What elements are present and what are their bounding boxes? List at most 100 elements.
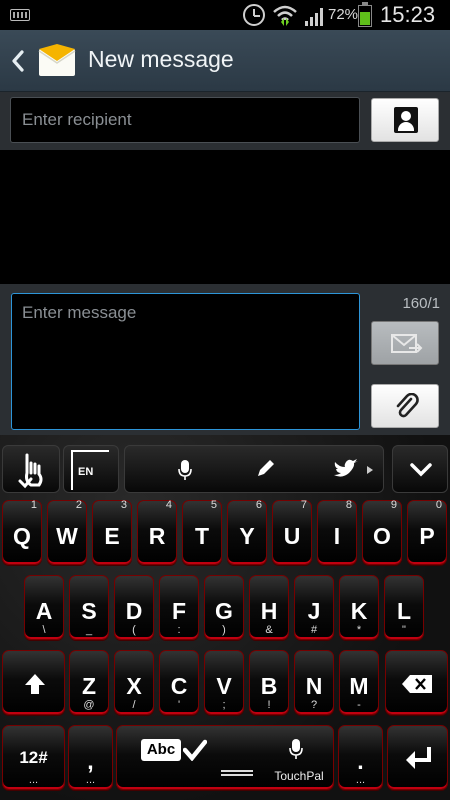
key-hint: - [357, 699, 361, 711]
key-l[interactable]: L " [384, 575, 424, 640]
key-v[interactable]: V; [204, 650, 244, 715]
conversation-area [0, 150, 450, 284]
recipient-input[interactable] [10, 97, 360, 143]
key-label: Y [239, 523, 255, 549]
space-key[interactable]: Abc TouchPal [116, 725, 334, 790]
checkmark-icon [183, 739, 207, 761]
twitter-icon[interactable] [333, 459, 359, 479]
key-j[interactable]: J # [294, 575, 334, 640]
key-hint: 6 [255, 499, 262, 511]
signal-icon [305, 8, 323, 26]
key-g[interactable]: G) [204, 575, 244, 640]
pencil-icon[interactable] [255, 459, 275, 479]
key-z[interactable]: Z @ [69, 650, 109, 715]
period-key[interactable]: . ... [338, 725, 383, 790]
key-s[interactable]: S _ [69, 575, 109, 640]
key-hint: # [310, 624, 318, 636]
key-c[interactable]: C ' [159, 650, 199, 715]
back-icon[interactable] [10, 50, 26, 72]
microphone-icon[interactable] [178, 459, 192, 481]
gesture-key[interactable] [2, 445, 60, 493]
key-label: G [215, 598, 233, 624]
key-label: D [125, 598, 143, 624]
send-button[interactable] [371, 321, 439, 365]
key-label: E [104, 523, 120, 549]
toolbar-strip [124, 445, 384, 493]
hide-keyboard-key[interactable] [392, 445, 448, 493]
period-key-hint: ... [355, 774, 366, 786]
key-o[interactable]: O9 [362, 499, 402, 565]
key-hint: 5 [210, 499, 217, 511]
key-n[interactable]: N? [294, 650, 334, 715]
enter-key[interactable] [387, 725, 448, 790]
key-hint: / [132, 699, 136, 711]
message-input[interactable] [11, 293, 360, 430]
attach-button[interactable] [371, 384, 439, 428]
key-label: J [307, 598, 321, 624]
key-label: F [171, 598, 187, 624]
backspace-icon [402, 675, 432, 693]
wifi-icon [273, 5, 297, 26]
key-label: K [350, 598, 368, 624]
key-f[interactable]: F: [159, 575, 199, 640]
key-y[interactable]: Y6 [227, 499, 267, 565]
character-counter: 160/1 [402, 295, 440, 312]
numbers-key[interactable]: 12# ... [2, 725, 65, 790]
key-hint: 4 [165, 499, 172, 511]
comma-key-hint: ... [85, 774, 96, 786]
language-key[interactable]: EN [63, 445, 119, 493]
enter-arrow-icon [406, 747, 431, 769]
key-label: I [333, 523, 341, 549]
brand-label: TouchPal [274, 769, 324, 783]
key-hint: 0 [435, 499, 442, 511]
clock: 15:23 [380, 2, 436, 27]
key-t[interactable]: T5 [182, 499, 222, 565]
key-label: V [216, 673, 232, 699]
key-e[interactable]: E3 [92, 499, 132, 565]
key-x[interactable]: X / [114, 650, 154, 715]
key-hint: 2 [75, 499, 82, 511]
paperclip-icon [396, 393, 419, 418]
key-q[interactable]: Q1 [2, 499, 42, 565]
key-m[interactable]: M- [339, 650, 379, 715]
key-b[interactable]: B! [249, 650, 289, 715]
contacts-button[interactable] [371, 98, 439, 142]
keyboard: EN Q1W2E3R4T5Y6U7I8O9P0 A \ S _ D(F: G) H & J # K *… [0, 435, 450, 800]
key-hint: 1 [30, 499, 37, 511]
recipient-row [0, 92, 450, 150]
envelope-icon [38, 44, 76, 76]
key-hint: * [356, 624, 362, 636]
key-k[interactable]: K * [339, 575, 379, 640]
numbers-key-hint: ... [28, 774, 39, 786]
shift-key[interactable] [2, 650, 65, 715]
key-u[interactable]: U7 [272, 499, 312, 565]
key-i[interactable]: I8 [317, 499, 357, 565]
page-title: New message [88, 46, 234, 72]
key-p[interactable]: P0 [407, 499, 447, 565]
arrow-right-icon [367, 466, 373, 474]
key-label: W [56, 523, 78, 549]
key-hint: ; [222, 699, 226, 711]
key-a[interactable]: A \ [24, 575, 64, 640]
key-h[interactable]: H & [249, 575, 289, 640]
key-hint: _ [85, 624, 93, 636]
key-w[interactable]: W2 [47, 499, 87, 565]
period-key-label: . [357, 748, 364, 774]
key-label: C [170, 673, 188, 699]
key-hint: : [177, 624, 181, 636]
backspace-key[interactable] [385, 650, 448, 715]
abc-label: Abc [146, 741, 176, 758]
key-label: X [126, 673, 142, 699]
comma-key-label: , [87, 748, 94, 774]
key-label: M [349, 673, 369, 699]
key-label: H [260, 598, 278, 624]
key-label: A [35, 598, 53, 624]
key-r[interactable]: R4 [137, 499, 177, 565]
key-label: R [148, 523, 166, 549]
key-d[interactable]: D( [114, 575, 154, 640]
comma-key[interactable]: , ... [68, 725, 113, 790]
contact-icon [394, 107, 418, 133]
key-label: T [194, 523, 210, 549]
touch-hand-icon [18, 453, 43, 489]
key-label: Z [81, 673, 97, 699]
